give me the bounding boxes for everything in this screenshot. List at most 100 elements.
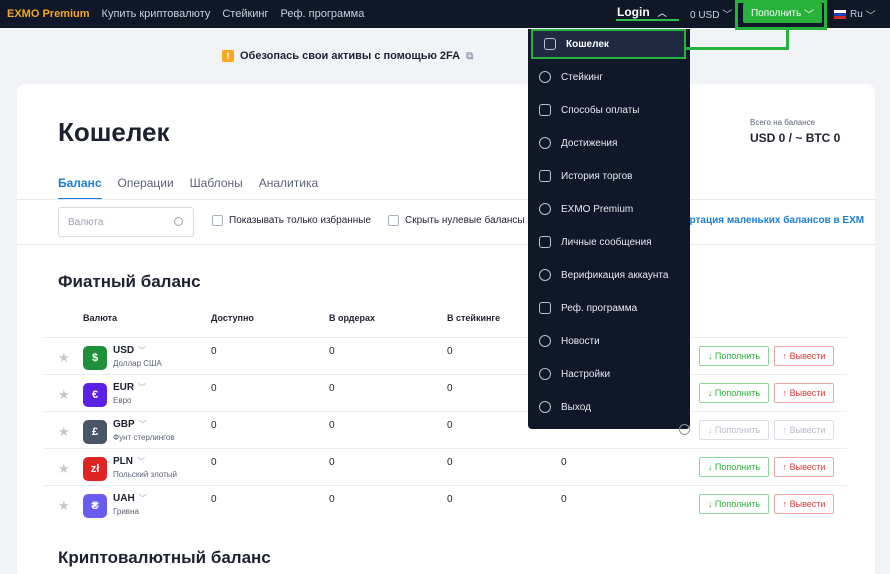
currency-search-input[interactable]: Валюта bbox=[58, 207, 194, 237]
menu-item-label: Настройки bbox=[561, 368, 611, 380]
currency-code[interactable]: UAH ﹀ bbox=[113, 493, 147, 504]
chevron-down-icon: ﹀ bbox=[138, 494, 147, 503]
gear-icon bbox=[539, 368, 551, 380]
security-banner[interactable]: ! Обезопась свои активы с помощью 2FA ⧉ bbox=[222, 50, 473, 62]
staking-value: 0 bbox=[447, 346, 453, 357]
globe-icon bbox=[539, 335, 551, 347]
chevron-down-icon: ﹀ bbox=[138, 420, 147, 429]
row-withdraw-button[interactable]: ↑ Вывести bbox=[774, 383, 834, 403]
menu-item-share[interactable]: Реф. программа bbox=[528, 295, 690, 321]
deposit-button[interactable]: Пополнить ﹀ bbox=[743, 3, 822, 23]
row-withdraw-button[interactable]: ↑ Вывести bbox=[774, 457, 834, 477]
divider bbox=[17, 199, 875, 200]
available-value: 0 bbox=[211, 383, 217, 394]
menu-item-medal[interactable]: Достижения bbox=[528, 130, 690, 156]
row-deposit-button[interactable]: ↓ Пополнить bbox=[699, 494, 769, 514]
currency-code[interactable]: EUR ﹀ bbox=[113, 382, 146, 393]
brand-logo[interactable]: EXMO Premium bbox=[7, 8, 90, 20]
menu-item-inbox[interactable]: История торгов bbox=[528, 163, 690, 189]
currency-code[interactable]: PLN ﹀ bbox=[113, 456, 145, 467]
staking-value: 0 bbox=[447, 494, 453, 505]
nav-link-staking[interactable]: Стейкинг bbox=[222, 8, 268, 20]
row-deposit-button[interactable]: ↓ Пополнить bbox=[699, 420, 769, 440]
warning-icon: ! bbox=[222, 50, 234, 62]
menu-item-label: Личные сообщения bbox=[561, 236, 652, 248]
divider bbox=[17, 244, 875, 245]
menu-item-label: Выход bbox=[561, 401, 591, 413]
staking-value: 0 bbox=[447, 420, 453, 431]
menu-item-globe[interactable]: Новости bbox=[528, 328, 690, 354]
checkbox-label: Показывать только избранные bbox=[229, 215, 372, 226]
star-icon[interactable]: ★ bbox=[58, 350, 70, 366]
available-value: 0 bbox=[211, 346, 217, 357]
nav-link-referral[interactable]: Реф. программа bbox=[281, 8, 365, 20]
convert-small-balances-link[interactable]: ертация маленьких балансов в EXM bbox=[684, 215, 864, 226]
star-icon[interactable]: ★ bbox=[58, 461, 70, 477]
row-withdraw-button[interactable]: ↑ Вывести bbox=[774, 494, 834, 514]
menu-item-chat[interactable]: Личные сообщения bbox=[528, 229, 690, 255]
language-selector[interactable]: Ru ﹀ bbox=[834, 7, 876, 22]
menu-item-label: Способы оплаты bbox=[561, 104, 640, 116]
tab-templates[interactable]: Шаблоны bbox=[190, 176, 243, 200]
chevron-down-icon: ﹀ bbox=[138, 346, 147, 355]
coins-icon bbox=[539, 71, 551, 83]
external-link-icon: ⧉ bbox=[466, 50, 474, 62]
star-icon[interactable]: ★ bbox=[58, 387, 70, 403]
extra-value: 0 bbox=[561, 494, 567, 505]
column-header-orders: В ордерах bbox=[329, 313, 375, 323]
column-header-available: Доступно bbox=[211, 313, 254, 323]
hide-zero-checkbox[interactable]: Скрыть нулевые балансы bbox=[388, 215, 525, 226]
info-icon bbox=[679, 424, 690, 435]
menu-item-coins[interactable]: Стейкинг bbox=[528, 64, 690, 90]
menu-item-label: EXMO Premium bbox=[561, 203, 634, 215]
menu-item-label: История торгов bbox=[561, 170, 633, 182]
balance-label: 0 USD bbox=[690, 10, 720, 21]
star-icon[interactable]: ★ bbox=[58, 498, 70, 514]
table-row: ★ £ GBP ﹀ Фунт стерлингов 0 0 0 ↓ Пополнить ↑ Выв… bbox=[44, 411, 847, 448]
wallet-icon bbox=[544, 38, 556, 50]
row-deposit-button[interactable]: ↓ Пополнить bbox=[699, 346, 769, 366]
currency-icon: ₴ bbox=[83, 494, 107, 518]
balance-dropdown[interactable]: 0 USD ﹀ bbox=[690, 6, 732, 21]
currency-code[interactable]: GBP ﹀ bbox=[113, 419, 147, 430]
orders-value: 0 bbox=[329, 457, 335, 468]
table-row: ★ € EUR ﹀ Евро 0 0 0 ↓ Пополнить ↑ Вывести bbox=[44, 374, 847, 411]
tab-operations[interactable]: Операции bbox=[118, 176, 174, 200]
currency-icon: zł bbox=[83, 457, 107, 481]
menu-item-label: Верификация аккаунта bbox=[561, 269, 669, 281]
menu-item-bank[interactable]: Способы оплаты bbox=[528, 97, 690, 123]
currency-name: Евро bbox=[113, 396, 132, 405]
staking-value: 0 bbox=[447, 383, 453, 394]
tab-analytics[interactable]: Аналитика bbox=[259, 176, 318, 200]
premium-icon bbox=[539, 203, 551, 215]
tab-balance[interactable]: Баланс bbox=[58, 176, 102, 200]
menu-item-check-circle[interactable]: Верификация аккаунта bbox=[528, 262, 690, 288]
available-value: 0 bbox=[211, 457, 217, 468]
login-menu-toggle[interactable]: Login ︿ bbox=[616, 2, 679, 22]
menu-item-premium[interactable]: EXMO Premium bbox=[528, 196, 690, 222]
currency-name: Польский злотый bbox=[113, 470, 178, 479]
currency-icon: € bbox=[83, 383, 107, 407]
login-highlight bbox=[616, 19, 679, 21]
currency-name: Фунт стерлингов bbox=[113, 433, 175, 442]
share-icon bbox=[539, 302, 551, 314]
currency-code[interactable]: USD ﹀ bbox=[113, 345, 146, 356]
highlight-connector bbox=[686, 47, 789, 50]
only-favorites-checkbox[interactable]: Показывать только избранные bbox=[212, 215, 371, 226]
row-withdraw-button[interactable]: ↑ Вывести bbox=[774, 420, 834, 440]
row-deposit-button[interactable]: ↓ Пополнить bbox=[699, 457, 769, 477]
row-withdraw-button[interactable]: ↑ Вывести bbox=[774, 346, 834, 366]
menu-item-wallet[interactable]: Кошелек bbox=[531, 29, 686, 59]
menu-item-exit[interactable]: Выход bbox=[528, 394, 690, 420]
chat-icon bbox=[539, 236, 551, 248]
table-row: ★ ₴ UAH ﹀ Гривна 0 0 0 0 ↓ Пополнить ↑ Вывести bbox=[44, 485, 847, 522]
chevron-down-icon: ﹀ bbox=[865, 11, 876, 22]
currency-name: Доллар США bbox=[113, 359, 162, 368]
row-deposit-button[interactable]: ↓ Пополнить bbox=[699, 383, 769, 403]
nav-link-buy-crypto[interactable]: Купить криптовалюту bbox=[102, 8, 211, 20]
orders-value: 0 bbox=[329, 383, 335, 394]
banner-text: Обезопась свои активы с помощью 2FA bbox=[240, 50, 461, 62]
menu-item-gear[interactable]: Настройки bbox=[528, 361, 690, 387]
star-icon[interactable]: ★ bbox=[58, 424, 70, 440]
page-title: Кошелек bbox=[58, 117, 170, 147]
